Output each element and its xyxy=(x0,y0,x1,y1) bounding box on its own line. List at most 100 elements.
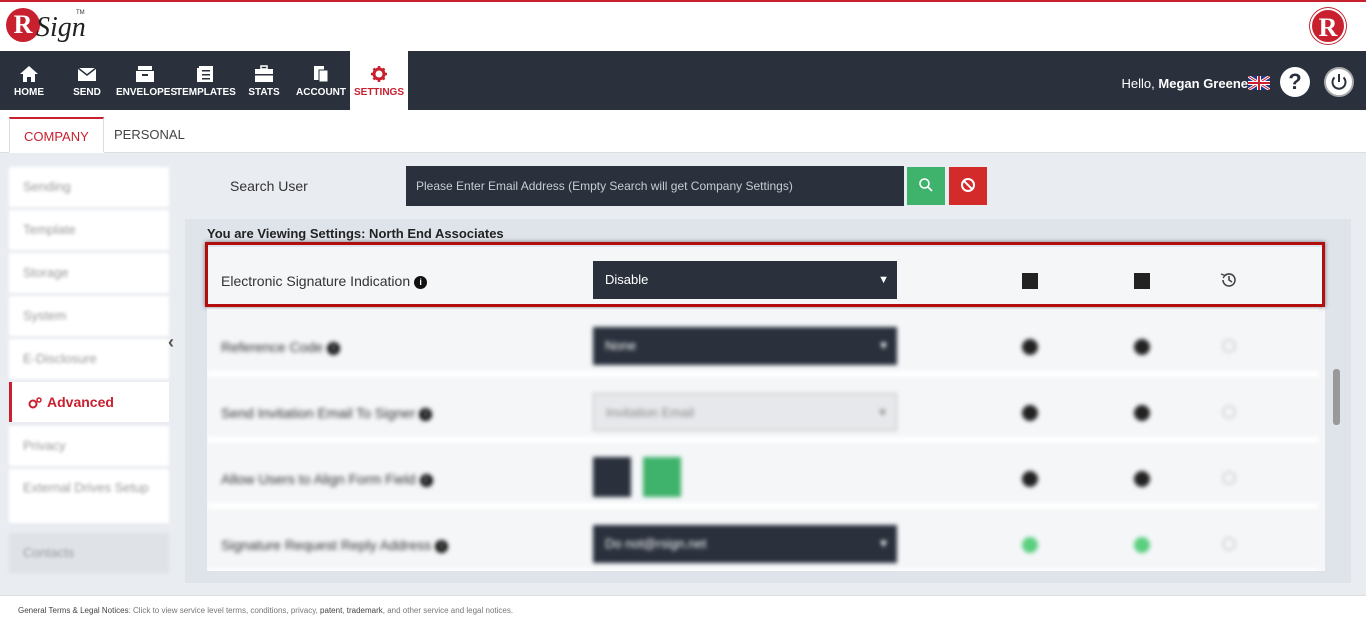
chevron-down-icon: ▼ xyxy=(878,274,889,286)
nav-account[interactable]: ACCOUNT xyxy=(296,51,346,110)
gears-icon xyxy=(28,397,42,409)
search-user-label: Search User xyxy=(230,178,308,194)
setting-row-reference-code: Reference Code i None ▼ xyxy=(207,317,1319,377)
panel-title: You are Viewing Settings: North End Asso… xyxy=(207,226,504,241)
logo-text: Sign xyxy=(36,12,86,43)
history-icon[interactable] xyxy=(1219,336,1239,356)
rpost-logo-icon: R xyxy=(1310,8,1346,44)
collapse-sidebar-icon[interactable]: ‹ xyxy=(168,333,178,351)
nav-settings[interactable]: SETTINGS xyxy=(350,51,408,110)
settings-sidebar: Sending Template Storage System E-Disclo… xyxy=(9,153,169,583)
lock-checkbox[interactable] xyxy=(1134,339,1150,355)
tab-company[interactable]: COMPANY xyxy=(9,117,104,153)
settings-tabs: COMPANY PERSONAL xyxy=(0,111,1366,153)
sidebar-item-external-drives[interactable]: External Drives Setup xyxy=(9,469,169,523)
toggle-off-button[interactable] xyxy=(593,457,631,497)
reference-code-select[interactable]: None ▼ xyxy=(593,327,897,365)
setting-row-reply-address: Signature Request Reply Address i Do not@… xyxy=(207,515,1319,571)
gear-icon xyxy=(371,66,387,82)
nav-label: SEND xyxy=(73,87,101,98)
lock-checkbox[interactable] xyxy=(1134,405,1150,421)
override-checkbox[interactable] xyxy=(1022,339,1038,355)
envelopes-icon xyxy=(136,66,154,82)
sidebar-item-system[interactable]: System xyxy=(9,296,169,336)
sidebar-item-edisclosure[interactable]: E-Disclosure xyxy=(9,339,169,379)
lock-checkbox[interactable] xyxy=(1134,471,1150,487)
ban-icon xyxy=(961,177,975,192)
info-icon[interactable]: i xyxy=(326,341,340,355)
nav-label: HOME xyxy=(14,87,44,98)
main-content: Sending Template Storage System E-Disclo… xyxy=(0,153,1366,595)
envelope-icon xyxy=(77,67,97,81)
override-checkbox[interactable] xyxy=(1022,273,1038,289)
reply-address-select[interactable]: Do not@rsign.net ▼ xyxy=(593,525,897,563)
setting-label: Electronic Signature Indication i xyxy=(221,273,428,289)
nav-label: SETTINGS xyxy=(353,87,404,98)
info-icon[interactable]: i xyxy=(419,473,433,487)
chevron-down-icon: ▼ xyxy=(878,340,889,352)
logo-mark: R xyxy=(6,8,40,42)
info-icon[interactable]: i xyxy=(435,539,449,553)
override-checkbox[interactable] xyxy=(1022,537,1038,553)
panel-scrollbar[interactable] xyxy=(1333,369,1340,425)
setting-label: Reference Code i xyxy=(221,339,340,355)
history-icon[interactable] xyxy=(1219,534,1239,554)
templates-icon xyxy=(197,66,213,82)
sidebar-item-advanced[interactable]: Advanced xyxy=(9,382,169,422)
search-button[interactable] xyxy=(907,167,945,205)
setting-row-invitation-email: Send Invitation Email To Signer i Invitat… xyxy=(207,383,1319,443)
user-greeting: Hello, Megan Greene xyxy=(1122,76,1248,91)
history-icon[interactable] xyxy=(1219,270,1239,290)
nav-templates[interactable]: TEMPLATES xyxy=(176,51,236,110)
chevron-down-icon: ▼ xyxy=(877,407,888,419)
logo-tm: TM xyxy=(76,10,85,16)
sidebar-item-storage[interactable]: Storage xyxy=(9,253,169,293)
nav-send[interactable]: SEND xyxy=(66,51,108,110)
trademark-link[interactable]: trademark xyxy=(347,606,383,615)
nav-label: ACCOUNT xyxy=(296,87,346,98)
patent-link[interactable]: patent xyxy=(320,606,342,615)
search-user-input[interactable] xyxy=(406,166,904,206)
nav-home[interactable]: HOME xyxy=(8,51,50,110)
info-icon[interactable]: i xyxy=(419,407,433,421)
invitation-email-select[interactable]: Invitation Email ▼ xyxy=(593,393,897,431)
nav-stats[interactable]: STATS xyxy=(244,51,284,110)
esig-indication-select[interactable]: Disable ▼ xyxy=(593,261,897,299)
power-icon[interactable] xyxy=(1324,67,1354,97)
info-icon[interactable]: i xyxy=(414,275,428,289)
setting-row-align-form-field: Allow Users to Align Form Field i xyxy=(207,449,1319,509)
chevron-down-icon: ▼ xyxy=(878,538,889,550)
lock-checkbox[interactable] xyxy=(1134,537,1150,553)
greeting-text: Hello, xyxy=(1121,76,1155,91)
sidebar-item-label: Advanced xyxy=(47,394,114,410)
history-icon[interactable] xyxy=(1219,402,1239,422)
help-icon[interactable]: ? xyxy=(1280,67,1310,97)
sidebar-item-template[interactable]: Template xyxy=(9,210,169,250)
history-icon[interactable] xyxy=(1219,468,1239,488)
nav-envelopes[interactable]: ENVELOPES xyxy=(116,51,177,110)
tab-personal[interactable]: PERSONAL xyxy=(100,117,199,153)
setting-label: Send Invitation Email To Signer i xyxy=(221,405,433,421)
footer-lead[interactable]: General Terms & Legal Notices xyxy=(18,606,129,615)
toggle-on-button[interactable] xyxy=(643,457,681,497)
rsign-logo[interactable]: R Sign TM xyxy=(6,6,86,50)
settings-list: Electronic Signature Indication i Disable… xyxy=(207,247,1325,571)
settings-panel: You are Viewing Settings: North End Asso… xyxy=(185,219,1351,583)
footer-legal-text: General Terms & Legal Notices: Click to … xyxy=(18,606,514,615)
setting-row-esig-indication: Electronic Signature Indication i Disable… xyxy=(207,251,1319,311)
nav-label: STATS xyxy=(248,87,280,98)
override-checkbox[interactable] xyxy=(1022,471,1038,487)
footer: General Terms & Legal Notices: Click to … xyxy=(0,595,1366,625)
account-icon xyxy=(314,66,329,83)
sidebar-item-contacts[interactable]: Contacts xyxy=(9,533,169,573)
clear-search-button[interactable] xyxy=(949,167,987,205)
uk-flag-icon[interactable] xyxy=(1247,74,1271,92)
home-icon xyxy=(20,66,38,82)
user-name: Megan Greene xyxy=(1158,76,1248,91)
sidebar-item-sending[interactable]: Sending xyxy=(9,167,169,207)
setting-label: Allow Users to Align Form Field i xyxy=(221,471,433,487)
lock-checkbox[interactable] xyxy=(1134,273,1150,289)
sidebar-item-privacy[interactable]: Privacy xyxy=(9,426,169,466)
override-checkbox[interactable] xyxy=(1022,405,1038,421)
search-icon xyxy=(919,177,933,192)
